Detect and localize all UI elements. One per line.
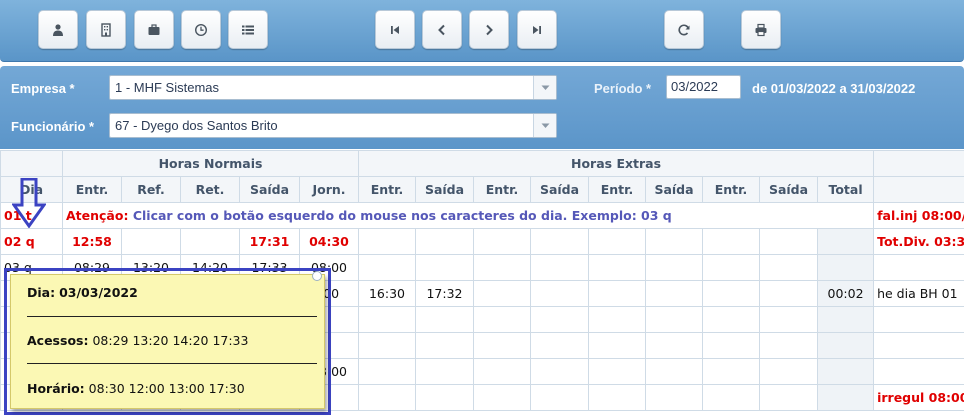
refresh-button[interactable]: [664, 10, 704, 49]
empresa-select[interactable]: 1 - MHF Sistemas: [109, 75, 557, 100]
funcionario-label: Funcionário *: [11, 119, 95, 134]
instruction-prefix: Atenção:: [66, 208, 129, 223]
table-row[interactable]: 01 t Atenção: Clicar com o botão esquerd…: [0, 202, 964, 229]
day-cell[interactable]: 02 q: [0, 228, 63, 255]
col-extra-saida-1[interactable]: Saída: [415, 176, 474, 203]
print-button[interactable]: [741, 10, 781, 49]
col-extra-saida-4[interactable]: Saída: [759, 176, 818, 203]
briefcase-icon: [148, 23, 160, 35]
close-icon[interactable]: [312, 271, 322, 281]
next-icon: [486, 24, 493, 35]
col-extra-entr-2[interactable]: Entr.: [473, 176, 531, 203]
arrow-down-icon: [12, 178, 46, 228]
empresa-label: Empresa *: [11, 81, 75, 96]
day-tooltip: Dia: 03/03/2022 Acessos: 08:29 13:20 14:…: [10, 271, 325, 409]
tooltip-acessos: Acessos: 08:29 13:20 14:20 17:33: [27, 333, 249, 348]
col-ref[interactable]: Ref.: [121, 176, 181, 203]
user-button[interactable]: [38, 10, 78, 49]
list-button[interactable]: [228, 10, 268, 49]
tooltip-horario: Horário: 08:30 12:00 13:00 17:30: [27, 381, 245, 396]
list-icon: [242, 25, 254, 34]
funcionario-select[interactable]: 67 - Dyego dos Santos Brito: [109, 113, 557, 138]
chevron-down-icon[interactable]: [533, 114, 556, 137]
col-extra-saida-2[interactable]: Saída: [530, 176, 589, 203]
clock-icon: [194, 23, 208, 36]
total-cell: 00:02: [816, 280, 875, 307]
jorn-cell: 04:30: [299, 228, 359, 255]
extra-saida-cell: 17:32: [415, 280, 474, 307]
periodo-input[interactable]: 03/2022: [666, 75, 741, 99]
ref-cell: [121, 228, 181, 255]
funcionario-value: 67 - Dyego dos Santos Brito: [115, 118, 278, 133]
user-icon: [53, 23, 63, 36]
first-page-button[interactable]: [375, 10, 415, 49]
next-button[interactable]: [469, 10, 509, 49]
col-ret[interactable]: Ret.: [180, 176, 240, 203]
briefcase-button[interactable]: [134, 10, 174, 49]
obs-cell: [873, 254, 964, 281]
col-extra-entr-3[interactable]: Entr.: [588, 176, 646, 203]
instruction-message: Atenção: Clicar com o botão esquerdo do …: [61, 202, 875, 229]
col-entr[interactable]: Entr.: [62, 176, 122, 203]
corner-header: [0, 150, 63, 177]
previous-icon: [438, 24, 445, 35]
group-horas-extras: Horas Extras: [357, 150, 875, 177]
obs-header: [873, 150, 964, 177]
building-icon: [101, 22, 111, 37]
print-icon: [755, 23, 767, 36]
filter-panel: Empresa * 1 - MHF Sistemas Período * 03/…: [0, 66, 964, 149]
saida-cell: 17:31: [239, 228, 300, 255]
periodo-range: de 01/03/2022 a 31/03/2022: [752, 81, 916, 96]
building-button[interactable]: [86, 10, 126, 49]
clock-button[interactable]: [181, 10, 221, 49]
table-row[interactable]: 02 q 12:58 17:31 04:30 Tot.Div. 03:3: [0, 228, 964, 255]
ret-cell: [180, 228, 240, 255]
col-extra-entr-4[interactable]: Entr.: [702, 176, 760, 203]
entr-cell: 12:58: [62, 228, 122, 255]
obs-cell: Tot.Div. 03:3: [873, 228, 964, 255]
col-saida[interactable]: Saída: [239, 176, 300, 203]
last-page-icon: [533, 25, 541, 34]
chevron-down-icon[interactable]: [533, 76, 556, 99]
obs-cell: irregul 08:00: [873, 384, 964, 411]
col-jorn[interactable]: Jorn.: [299, 176, 359, 203]
last-page-button[interactable]: [517, 10, 557, 49]
obs-cell: fal.inj 08:00/: [873, 202, 964, 229]
divider: [27, 363, 317, 364]
first-page-icon: [391, 25, 399, 34]
instruction-text: Clicar com o botão esquerdo do mouse nos…: [132, 208, 672, 223]
obs-cell: he dia BH 01: [873, 280, 964, 307]
col-extra-saida-3[interactable]: Saída: [645, 176, 703, 203]
col-total[interactable]: Total: [816, 176, 875, 203]
toolbar: [0, 0, 964, 62]
previous-button[interactable]: [422, 10, 462, 49]
refresh-icon: [678, 24, 690, 35]
tooltip-day: Dia: 03/03/2022: [27, 285, 138, 300]
divider: [27, 316, 317, 317]
periodo-label: Período *: [594, 81, 652, 96]
col-extra-entr-1[interactable]: Entr.: [358, 176, 416, 203]
extra-entr-cell: 16:30: [358, 280, 416, 307]
group-horas-normais: Horas Normais: [62, 150, 359, 177]
periodo-value: 03/2022: [671, 79, 718, 94]
empresa-value: 1 - MHF Sistemas: [115, 80, 220, 95]
col-obs: [873, 176, 964, 203]
